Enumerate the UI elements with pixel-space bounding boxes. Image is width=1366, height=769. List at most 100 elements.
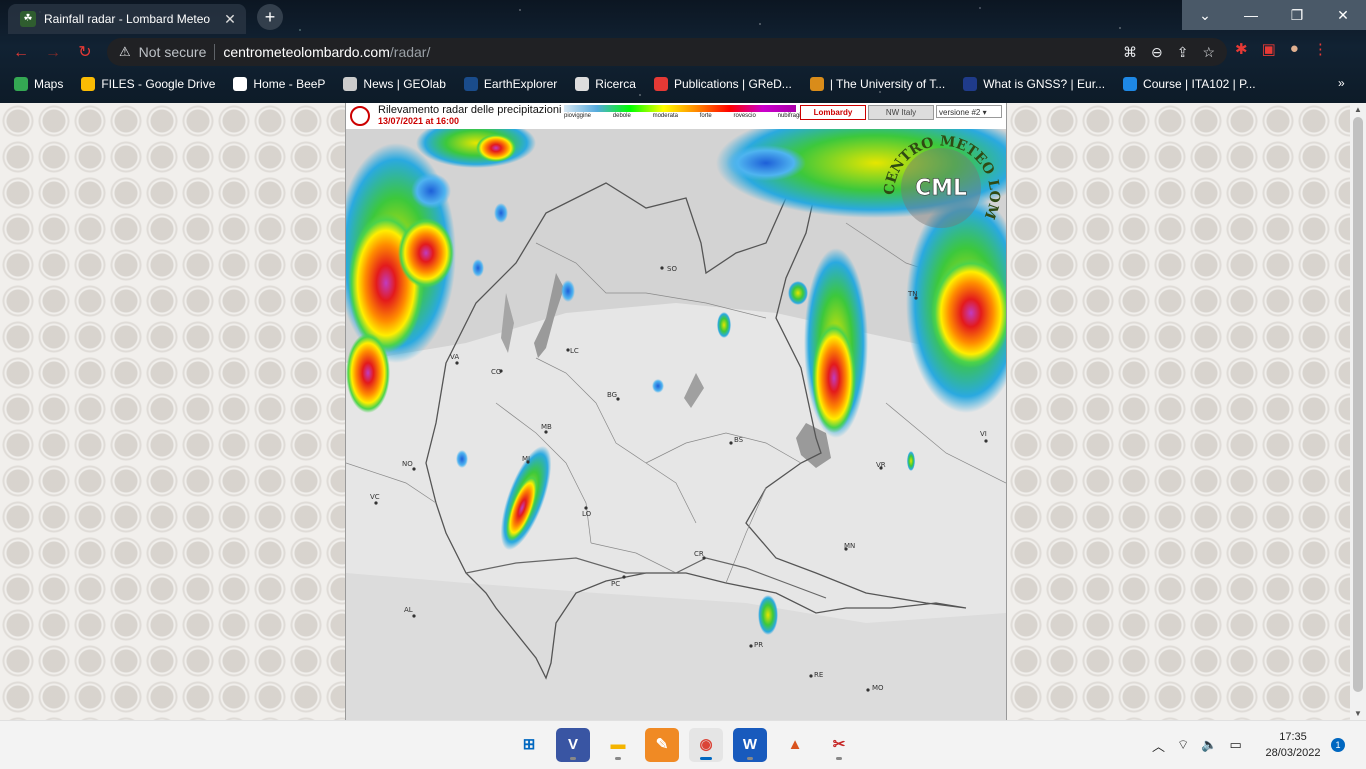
precip-cell-nw-core-3 [346, 333, 390, 413]
precip-cell-nw-blue [411, 173, 451, 209]
bookmark-label: Course | ITA102 | P... [1143, 77, 1256, 91]
city-dot-so [660, 266, 664, 270]
precip-line-garda-core [812, 323, 856, 433]
zoom-icon[interactable]: ⊖ [1151, 44, 1163, 61]
bookmark-star-icon[interactable]: ☆ [1202, 44, 1215, 61]
bookmark-item[interactable]: FILES - Google Drive [81, 77, 215, 91]
legend-label: forte [699, 113, 712, 119]
word-icon[interactable]: W [733, 728, 767, 762]
matlab-icon[interactable]: ▲ [778, 728, 812, 762]
warning-icon[interactable]: ⚠ [119, 44, 131, 60]
chrome-icon[interactable]: ◉ [689, 728, 723, 762]
scroll-down-icon[interactable]: ▼ [1354, 709, 1362, 718]
battery-icon[interactable]: ▭ [1229, 737, 1241, 753]
clock-time: 17:35 [1279, 731, 1307, 743]
bookmark-item[interactable]: Maps [14, 77, 63, 91]
menu-icon[interactable]: ⋮ [1313, 40, 1328, 58]
bookmark-item[interactable]: Ricerca [575, 77, 636, 91]
browser-chrome: ☘ Rainfall radar - Lombard Meteo ✕ + ⌄ —… [0, 0, 1366, 103]
tray-chevron-icon[interactable]: ︿ [1152, 736, 1165, 755]
precip-legend-labels: pioviggine debole moderata forte rovescio nub… [564, 113, 804, 119]
taskbar-clock[interactable]: 17:35 28/03/2022 [1258, 729, 1328, 761]
scroll-up-icon[interactable]: ▲ [1354, 105, 1362, 114]
radar-header: Rilevamento radar delle precipitazioni 1… [346, 103, 1006, 129]
bookmark-item[interactable]: Publications | GReD... [653, 77, 792, 91]
city-dot-re [809, 674, 813, 678]
maximize-button[interactable]: ❐ [1274, 0, 1320, 30]
city-label-va: VA [450, 353, 459, 361]
bookmark-label: News | GEOlab [363, 77, 446, 91]
radar-panel: SO VA CO LC TN BG BS MB MI NO VR VI VC L… [345, 103, 1007, 720]
precip-legend-bar [564, 105, 796, 112]
bookmark-item[interactable]: Course | ITA102 | P... [1123, 77, 1256, 91]
bookmark-item[interactable]: Home - BeeP [233, 77, 325, 91]
ee-icon [463, 77, 478, 91]
version-select-value: versione #2 [939, 108, 981, 117]
maps-icon [14, 77, 28, 91]
share-icon[interactable]: ⇪ [1177, 44, 1189, 61]
city-label-vr: VR [876, 461, 886, 469]
city-label-vi: VI [980, 430, 987, 438]
radar-logo-icon [350, 106, 370, 126]
bookmark-item[interactable]: What is GNSS? | Eur... [963, 77, 1105, 91]
version-select[interactable]: versione #2 ▾ [936, 105, 1002, 118]
taskbar: ⊞ V ▬ ✎ ◉ W ▲ ✂ ︿ ⌔ 🔈 ▭ 17:35 28/03/2022… [0, 720, 1366, 769]
wordpress-icon [343, 77, 358, 91]
page-scrollbar[interactable]: ▲ ▼ [1350, 103, 1366, 720]
reload-button[interactable]: ↻ [74, 42, 96, 64]
minimize-button[interactable]: — [1228, 0, 1274, 30]
tab-search-button[interactable]: ⌄ [1182, 0, 1228, 30]
bookmark-item[interactable]: News | GEOlab [343, 77, 446, 91]
precip-cell-small-4 [717, 312, 731, 338]
wifi-icon[interactable]: ⌔ [1177, 737, 1189, 753]
snip-icon[interactable]: ✂ [822, 728, 856, 762]
bookmarks-more-button[interactable]: » [1338, 76, 1345, 90]
precip-cell-ne-blue [726, 145, 806, 181]
bookmark-label: Maps [34, 77, 64, 91]
pdf-editor-icon[interactable]: ✎ [645, 728, 679, 762]
radar-title: Rilevamento radar delle precipitazioni [378, 104, 562, 116]
city-dot-vc [374, 501, 378, 505]
legend-label: pioviggine [564, 113, 592, 119]
city-label-cr: CR [694, 550, 704, 558]
forward-button[interactable]: → [42, 42, 64, 64]
visio-icon[interactable]: V [556, 728, 590, 762]
precip-cell-small-6 [456, 450, 468, 468]
extension-icon-2[interactable]: ▣ [1262, 40, 1276, 58]
browser-tab[interactable]: ☘ Rainfall radar - Lombard Meteo ✕ [8, 4, 246, 34]
address-bar[interactable]: ⚠ Not secure centrometeolombardo.com /ra… [107, 38, 1227, 66]
bookmark-label: Publications | GReD... [673, 77, 792, 91]
volume-icon[interactable]: 🔈 [1201, 737, 1217, 753]
profile-avatar[interactable]: ● [1290, 40, 1299, 58]
precip-cell-parma [758, 595, 778, 635]
region-lombardy-button[interactable]: Lombardy [800, 105, 866, 120]
translate-icon[interactable]: ⌘ [1123, 44, 1137, 61]
close-window-button[interactable]: ✕ [1320, 0, 1366, 30]
tab-close-icon[interactable]: ✕ [220, 11, 240, 28]
extension-icon[interactable]: ✱ [1235, 40, 1248, 58]
bookmark-item[interactable]: EarthExplorer [463, 77, 557, 91]
region-nw-italy-button[interactable]: NW Italy [868, 105, 934, 120]
scrollbar-thumb[interactable] [1353, 117, 1363, 692]
bookmark-label: Home - BeeP [253, 77, 326, 91]
address-separator [214, 44, 216, 60]
bookmark-item[interactable]: | The University of T... [809, 77, 945, 91]
back-button[interactable]: ← [10, 42, 32, 64]
notification-badge[interactable]: 1 [1331, 738, 1345, 752]
new-tab-button[interactable]: + [257, 4, 283, 30]
city-label-tn: TN [907, 290, 918, 298]
bookmarks-bar: Maps FILES - Google Drive Home - BeeP News … [14, 74, 1256, 94]
city-label-lo: LO [582, 510, 592, 518]
drive-icon [81, 77, 96, 91]
windows-icon[interactable]: ⊞ [512, 728, 546, 762]
site-favicon: ☘ [20, 11, 36, 27]
url-path: /radar/ [389, 44, 431, 60]
precip-cell-north-core [476, 134, 516, 162]
city-label-bg: BG [607, 391, 617, 399]
page-icon [233, 77, 248, 91]
security-label: Not secure [138, 44, 207, 60]
city-dot-no [412, 467, 416, 471]
city-dot-va [455, 361, 459, 365]
city-label-co: CO [491, 368, 502, 376]
folder-icon[interactable]: ▬ [601, 728, 635, 762]
